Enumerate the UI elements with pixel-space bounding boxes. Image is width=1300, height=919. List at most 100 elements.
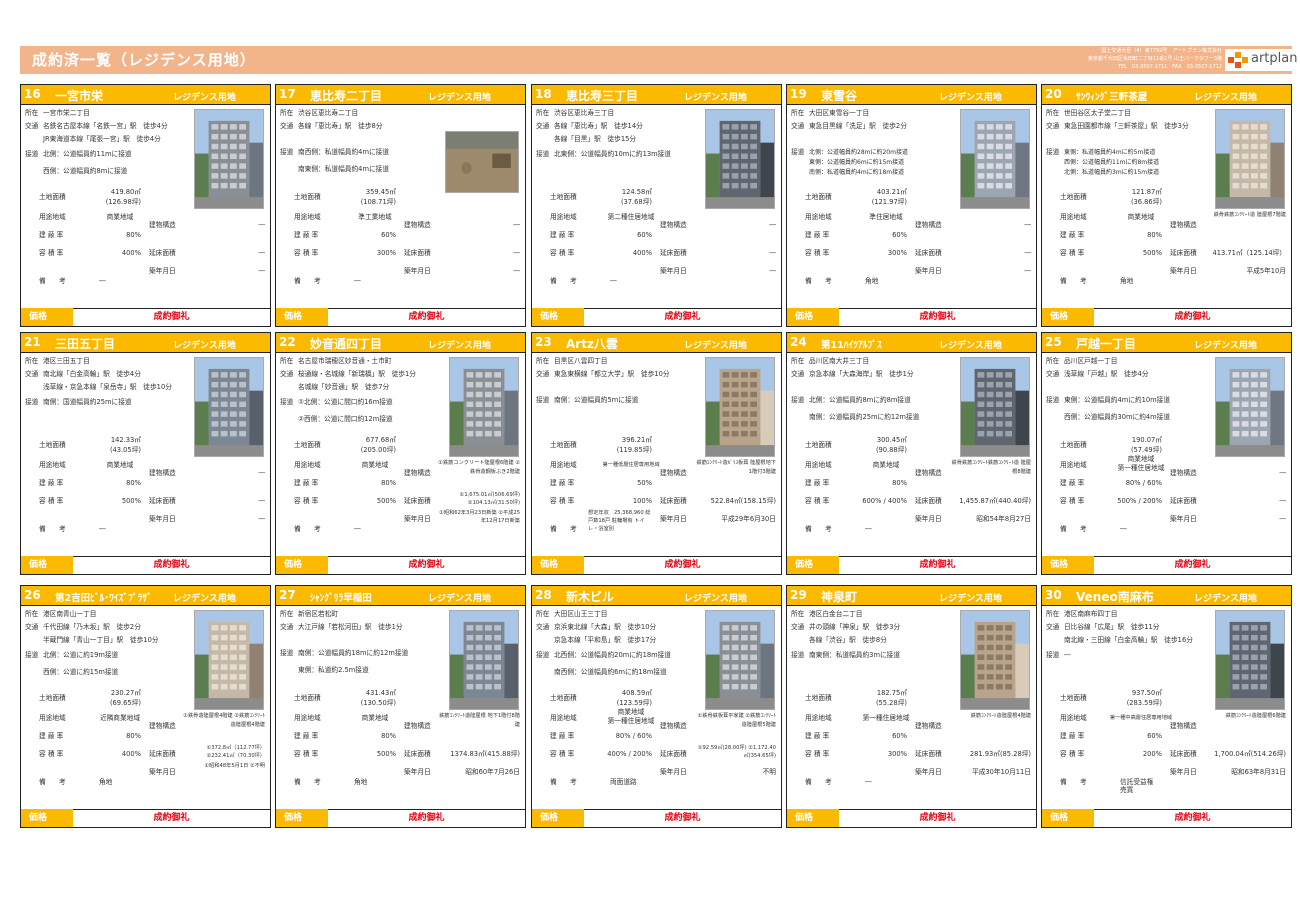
price-value: 成約御礼 [584,308,781,326]
card-number: 24 [790,335,807,349]
far-value: 200% [1142,750,1162,758]
page-header: 成約済一覧（レジデンス用地） 国土交通大臣（4）第7759号 アートプラン株式会… [20,46,1300,74]
coverage-label: 建 蔽 率 [39,479,64,487]
transit-label: 交通 [25,623,39,631]
property-name: 東雪谷 [821,89,858,103]
property-card[interactable]: 24 第11ﾊｲﾂｱﾙﾌﾟｽ レジデンス用地 所在 品川区南大井三丁目 交通 京急本線「大森… [786,332,1037,575]
property-card[interactable]: 30 Veneo南麻布 レジデンス用地 所在 港区南麻布四丁目 交通 日比谷線「広尾」駅 徒… [1041,585,1292,828]
card-footer: 価格 成約御礼 [787,809,1036,827]
transit-line: 各線「目黒」駅 徒歩15分 [554,135,637,143]
structure-value: 鉄筋ｺﾝｸﾘｰﾄ造陸屋根 地下1階付8階建 [439,713,520,728]
land-tsubo-value: (126.98坪) [105,198,141,206]
card-number: 18 [535,87,552,101]
property-card[interactable]: 19 東雪谷 レジデンス用地 所在 大田区東雪谷一丁目 交通 東急目黒線「洗足」駅 徒歩2分… [786,84,1037,327]
card-number: 19 [790,87,807,101]
land-area-value: 677.68㎡ [365,436,396,444]
land-tsubo-value: (205.00坪) [360,446,396,454]
category-label: レジデンス用地 [939,93,1002,103]
floor-area-label: 延床面積 [1170,750,1197,758]
far-label: 容 積 率 [39,497,64,505]
road-line: 東側：私道約2.5m接道 [298,666,369,674]
price-label: 価格 [21,556,73,574]
card-footer: 価格 成約御礼 [1042,809,1291,827]
transit-label: 交通 [25,122,39,130]
built-value: 平成5年10月 [1246,267,1286,275]
card-footer: 価格 成約御礼 [276,308,525,326]
card-header: 24 第11ﾊｲﾂｱﾙﾌﾟｽ レジデンス用地 [787,333,1036,353]
transit-label: 交通 [1046,623,1060,631]
land-area-label: 土地面積 [550,193,577,201]
remarks-value: 角地 [1120,277,1134,285]
transit-label: 交通 [280,122,294,130]
coverage-label: 建 蔽 率 [39,231,64,239]
property-name: ｼｬﾝｸﾞﾘﾗ早稲田 [310,593,372,604]
property-name: 三田五丁目 [55,337,116,351]
floor-area-label: 延床面積 [660,249,687,257]
card-header: 22 妙音通四丁目 レジデンス用地 [276,333,525,353]
built-value: ― [1279,515,1286,523]
card-footer: 価格 成約御礼 [787,556,1036,574]
remarks-label: 備 考 [39,277,66,285]
price-value: 成約御礼 [328,809,525,827]
remarks-label: 備 考 [1060,778,1087,786]
property-card[interactable]: 20 ｻﾝｳｨﾝｸﾞ三軒茶屋 レジデンス用地 所在 世田谷区太子堂二丁目 交通 東急田園都市… [1041,84,1292,327]
structure-value: 鉄筋ｺﾝｸﾘｰﾄ造陸屋根6階建 [1225,713,1286,719]
property-card[interactable]: 23 Artz八雲 レジデンス用地 所在 目黒区八雲四丁目 交通 東急東横線「都立大学」駅 … [531,332,782,575]
card-number: 26 [24,588,41,602]
property-photo [705,357,775,457]
price-label: 価格 [1042,809,1094,827]
land-area-value: 396.21㎡ [621,436,652,444]
far-label: 容 積 率 [294,750,319,758]
property-card[interactable]: 28 新木ビル レジデンス用地 所在 大田区山王三丁目 交通 京浜東北線「大森」駅 徒歩10… [531,585,782,828]
property-card[interactable]: 25 戸越一丁目 レジデンス用地 所在 品川区戸越一丁目 交通 浅草線「戸越」駅 徒歩4分接… [1041,332,1292,575]
remarks-label: 備 考 [550,525,577,533]
floor-area-value: ― [258,497,265,505]
road-line: 北側：公道幅員約8mに約8m接道 [809,396,911,404]
land-area-label: 土地面積 [805,441,832,449]
coverage-label: 建 蔽 率 [1060,231,1085,239]
address-value: 大田区東雪谷一丁目 [809,109,870,117]
land-area-label: 土地面積 [805,193,832,201]
property-card[interactable]: 22 妙音通四丁目 レジデンス用地 所在 名古屋市瑞穂区妙音通・土市町 交通 桜通線・名城線… [275,332,526,575]
floor-area-value: 1374.83㎡(415.88坪) [450,750,520,758]
built-label: 築年月日 [1170,515,1197,523]
property-card[interactable]: 27 ｼｬﾝｸﾞﾘﾗ早稲田 レジデンス用地 所在 新宿区若松町 交通 大江戸線「若松河田」駅… [275,585,526,828]
remarks-value: ― [865,778,872,786]
card-number: 16 [24,87,41,101]
property-name: 恵比寿三丁目 [566,89,639,103]
property-card[interactable]: 21 三田五丁目 レジデンス用地 所在 港区三田五丁目 交通 南北線「白金高輪」駅 徒歩4分… [20,332,271,575]
built-label: 築年月日 [404,768,431,776]
card-header: 30 Veneo南麻布 レジデンス用地 [1042,586,1291,606]
transit-label: 交通 [536,370,550,378]
property-card[interactable]: 29 神泉町 レジデンス用地 所在 港区白金台二丁目 交通 井の頭線「神泉」駅 徒歩3分 各線… [786,585,1037,828]
built-value: 昭和63年8月31日 [1231,768,1286,776]
property-card[interactable]: 18 恵比寿三丁目 レジデンス用地 所在 渋谷区恵比寿三丁目 交通 各線「恵比寿」駅 徒歩1… [531,84,782,327]
property-card[interactable]: 26 第2吉田ﾋﾞﾙ･ﾜｲｽﾞﾌﾟﾗｻﾞ レジデンス用地 所在 港区南青山一丁目 交通 千代… [20,585,271,828]
far-label: 容 積 率 [550,249,575,257]
road-line: 東側：公道幅員約4mに約10m接道 [1064,396,1171,404]
address-label: 所在 [1046,610,1060,618]
remarks-value: 想定年収 25,368,960 総戸数18戸 駐輪場有 トイレ・浴室別 [588,510,651,532]
transit-line: 浅草線「戸越」駅 徒歩4分 [1064,370,1149,378]
category-label: レジデンス用地 [684,341,747,351]
card-number: 20 [1045,87,1062,101]
structure-value: 鉄骨鉄筋ｺﾝｸﾘｰﾄ鉄筋ｺﾝｸﾘｰﾄ造 陸屋根8階建 [951,460,1031,475]
property-card[interactable]: 16 一宮市栄 レジデンス用地 所在 一宮市栄二丁目 交通 名鉄名古屋本線「名鉄一宮」駅 徒… [20,84,271,327]
property-card[interactable]: 17 恵比寿二丁目 レジデンス用地 所在 渋谷区恵比寿二丁目 交通 各線「恵比寿」駅 徒歩8… [275,84,526,327]
card-footer: 価格 成約御礼 [1042,556,1291,574]
price-value: 成約御礼 [73,556,270,574]
price-label: 価格 [21,308,73,326]
transit-label: 交通 [536,122,550,130]
coverage-label: 建 蔽 率 [550,231,575,239]
land-area-label: 土地面積 [294,193,321,201]
structure-label: 建物構造 [149,221,176,229]
structure-label: 建物構造 [149,722,176,730]
land-tsubo-value: (69.65坪) [109,699,141,707]
floor-area-label: 延床面積 [404,497,431,505]
address-label: 所在 [536,610,550,618]
property-photo [960,357,1030,457]
transit-label: 交通 [25,370,39,378]
floor-area-value: ①92.59㎡(28.00坪) ②1,172.40㎡(354.65坪) [697,745,776,759]
coverage-value: 80% [381,732,396,740]
property-name: 戸越一丁目 [1076,337,1137,351]
